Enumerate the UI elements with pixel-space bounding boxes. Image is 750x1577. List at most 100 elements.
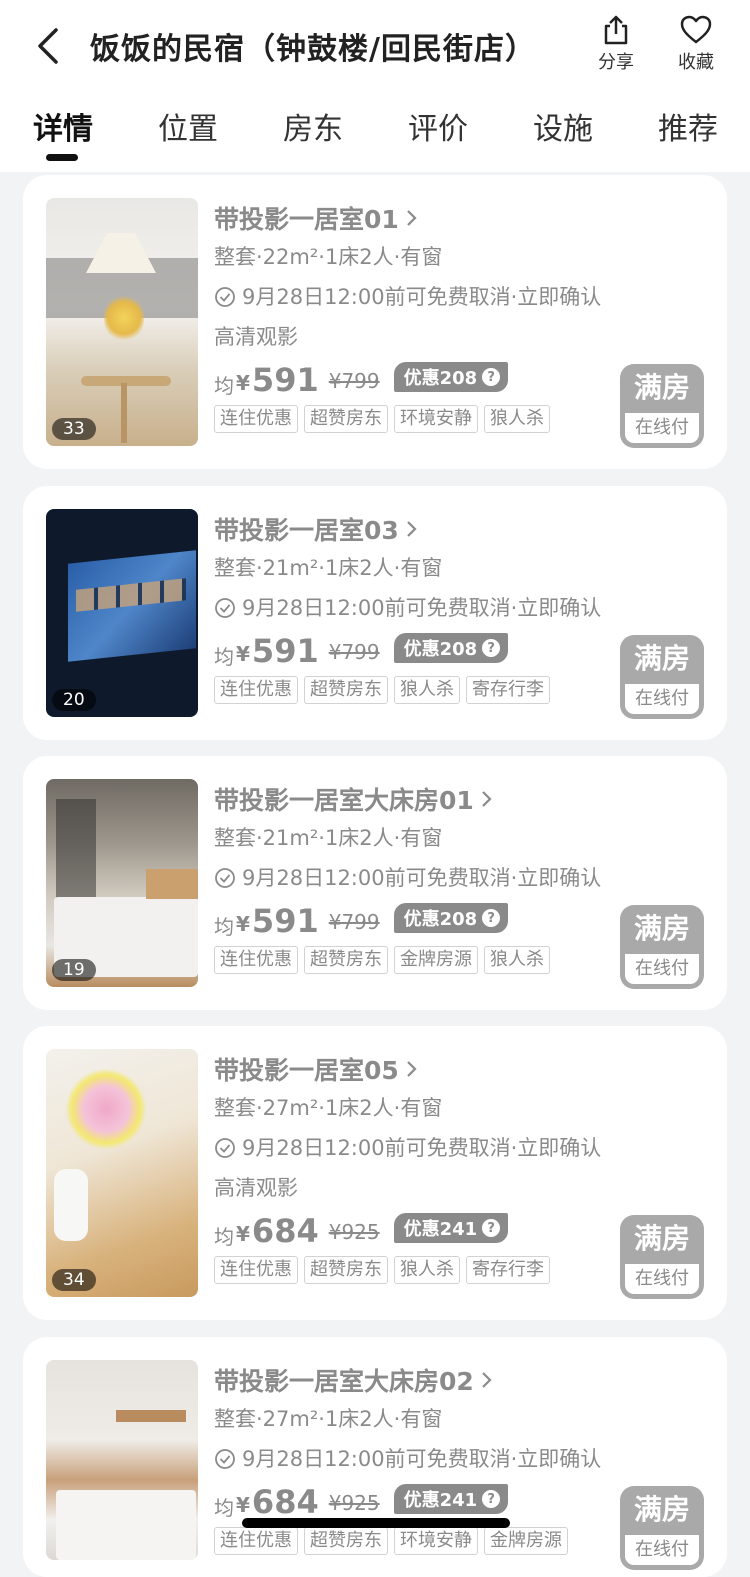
pay-online-label: 在线付 [625, 684, 699, 714]
discount-text: 优惠208 [403, 368, 478, 389]
room-name-text: 带投影一居室大床房02 [214, 1367, 474, 1396]
room-tag: 金牌房源 [394, 946, 478, 974]
price-row: 均 ¥ 684 ¥925 优惠241? [214, 1475, 634, 1521]
check-circle-icon [215, 868, 235, 888]
check-circle-icon [215, 287, 235, 307]
room-info: 带投影一居室03 整套·21m²·1床2人·有窗 9月28日12:00前可免费取… [214, 510, 634, 704]
room-feature: 高清观影 [214, 325, 298, 349]
room-name[interactable]: 带投影一居室05 [214, 1050, 634, 1088]
sold-out-label: 满房 [633, 642, 690, 675]
room-card[interactable]: 19 带投影一居室大床房01 整套·21m²·1床2人·有窗 9月28日12:0… [23, 756, 727, 1010]
sold-out-button[interactable]: 满房 在线付 [620, 1215, 704, 1299]
cancel-policy: 9月28日12:00前可免费取消·立即确认 [214, 277, 634, 317]
room-card[interactable]: 20 带投影一居室03 整套·21m²·1床2人·有窗 9月28日12:00前可… [23, 486, 727, 740]
room-name-text: 带投影一居室01 [214, 205, 399, 234]
avg-label: 均 [214, 645, 234, 669]
chevron-right-icon [482, 791, 492, 807]
original-price: ¥925 [328, 1220, 380, 1244]
room-card[interactable]: 34 带投影一居室05 整套·27m²·1床2人·有窗 9月28日12:00前可… [23, 1026, 727, 1320]
cancel-policy-text: 9月28日12:00前可免费取消·立即确认 [242, 1447, 602, 1471]
sold-out-button[interactable]: 满房 在线付 [620, 1486, 704, 1570]
room-photo[interactable]: 19 [46, 779, 198, 987]
room-spec: 整套·22m²·1床2人·有窗 [214, 245, 443, 269]
sold-out-label: 满房 [633, 912, 690, 945]
room-spec: 整套·27m²·1床2人·有窗 [214, 1096, 443, 1120]
room-tag: 狼人杀 [394, 676, 460, 704]
photo-count: 34 [52, 1269, 96, 1291]
sold-out-button[interactable]: 满房 在线付 [620, 905, 704, 989]
avg-label: 均 [214, 915, 234, 939]
avg-label: 均 [214, 374, 234, 398]
room-tag: 连住优惠 [214, 1527, 298, 1555]
currency-symbol: ¥ [236, 371, 250, 395]
room-photo[interactable] [46, 1360, 198, 1560]
discount-badge[interactable]: 优惠241? [393, 1213, 509, 1243]
sold-out-label: 满房 [633, 1222, 690, 1255]
favorite-label: 收藏 [678, 52, 714, 73]
room-photo[interactable]: 33 [46, 198, 198, 446]
favorite-button[interactable]: 收藏 [666, 14, 726, 74]
room-card[interactable]: 33 带投影一居室01 整套·22m²·1床2人·有窗 9月28日12:00前可… [23, 175, 727, 469]
room-info: 带投影一居室01 整套·22m²·1床2人·有窗 9月28日12:00前可免费取… [214, 199, 634, 433]
currency-symbol: ¥ [236, 1222, 250, 1246]
sold-out-label: 满房 [633, 371, 690, 404]
tab-location[interactable]: 位置 [158, 104, 218, 148]
tab-facilities[interactable]: 设施 [533, 104, 593, 148]
price-row: 均 ¥ 591 ¥799 优惠208? [214, 894, 634, 940]
tab-details[interactable]: 详情 [33, 104, 93, 148]
help-icon: ? [482, 639, 501, 657]
discount-badge[interactable]: 优惠208? [393, 903, 509, 933]
discount-text: 优惠208 [403, 639, 478, 660]
room-photo[interactable]: 34 [46, 1049, 198, 1297]
avg-label: 均 [214, 1496, 234, 1520]
room-info: 带投影一居室大床房01 整套·21m²·1床2人·有窗 9月28日12:00前可… [214, 780, 634, 974]
room-name[interactable]: 带投影一居室01 [214, 199, 634, 237]
currency-symbol: ¥ [236, 1493, 250, 1517]
home-indicator[interactable] [242, 1518, 510, 1528]
sold-out-button[interactable]: 满房 在线付 [620, 364, 704, 448]
room-tag: 连住优惠 [214, 405, 298, 433]
discount-badge[interactable]: 优惠208? [393, 633, 509, 663]
room-name[interactable]: 带投影一居室大床房02 [214, 1361, 634, 1399]
tag-list: 连住优惠 超赞房东 狼人杀 寄存行李 [214, 1256, 634, 1284]
share-icon [604, 15, 628, 45]
share-button[interactable]: 分享 [586, 14, 646, 74]
discount-badge[interactable]: 优惠241? [393, 1484, 509, 1514]
room-photo[interactable]: 20 [46, 509, 198, 717]
tab-reviews[interactable]: 评价 [408, 104, 468, 148]
room-tag: 金牌房源 [484, 1527, 568, 1555]
pay-online-label: 在线付 [625, 413, 699, 443]
room-tag: 超赞房东 [304, 1256, 388, 1284]
room-card[interactable]: 带投影一居室大床房02 整套·27m²·1床2人·有窗 9月28日12:00前可… [23, 1337, 727, 1577]
room-info: 带投影一居室05 整套·27m²·1床2人·有窗 9月28日12:00前可免费取… [214, 1050, 634, 1284]
cancel-policy: 9月28日12:00前可免费取消·立即确认 [214, 588, 634, 628]
back-button[interactable] [28, 24, 68, 68]
room-name[interactable]: 带投影一居室大床房01 [214, 780, 634, 818]
room-tag: 寄存行李 [466, 1256, 550, 1284]
pay-online-label: 在线付 [625, 1535, 699, 1565]
room-price: 684 [251, 1212, 319, 1250]
tab-host[interactable]: 房东 [283, 104, 343, 148]
help-icon: ? [482, 1219, 501, 1237]
discount-badge[interactable]: 优惠208? [393, 362, 509, 392]
room-price: 591 [251, 632, 319, 670]
pay-online-label: 在线付 [625, 1264, 699, 1294]
chevron-right-icon [407, 1061, 417, 1077]
room-price: 591 [251, 361, 319, 399]
tag-list: 连住优惠 超赞房东 金牌房源 狼人杀 [214, 946, 634, 974]
room-tag: 寄存行李 [466, 676, 550, 704]
room-name-text: 带投影一居室05 [214, 1056, 399, 1085]
cancel-policy-text: 9月28日12:00前可免费取消·立即确认 [242, 596, 602, 620]
cancel-policy: 9月28日12:00前可免费取消·立即确认 [214, 1128, 634, 1168]
room-tag: 连住优惠 [214, 946, 298, 974]
room-price: 684 [251, 1483, 319, 1521]
photo-count: 33 [52, 418, 96, 440]
chevron-right-icon [482, 1372, 492, 1388]
room-name[interactable]: 带投影一居室03 [214, 510, 634, 548]
room-tag: 环境安静 [394, 405, 478, 433]
tab-recommend[interactable]: 推荐 [658, 104, 718, 148]
sold-out-button[interactable]: 满房 在线付 [620, 635, 704, 719]
price-row: 均 ¥ 591 ¥799 优惠208? [214, 624, 634, 670]
tag-list: 连住优惠 超赞房东 环境安静 金牌房源 [214, 1527, 634, 1555]
currency-symbol: ¥ [236, 642, 250, 666]
